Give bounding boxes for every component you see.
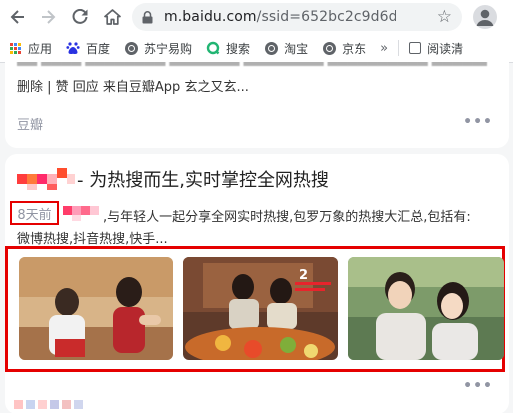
more-options-icon[interactable]: •••	[463, 114, 493, 130]
thumbnail-image	[19, 257, 173, 360]
bookmarks-bar: 应用 百度 苏宁易购 搜索 淘宝 京东 » 阅读清	[0, 34, 513, 63]
more-options-icon[interactable]: •••	[463, 378, 493, 394]
lock-icon	[142, 10, 164, 24]
reading-list-label: 阅读清	[427, 41, 464, 56]
home-icon	[103, 9, 121, 25]
url-path: /ssid=652bc2c9d6deb...	[256, 9, 396, 25]
url-text[interactable]: m.baidu.com/ssid=652bc2c9d6deb...	[164, 9, 396, 25]
result-thumbnail[interactable]	[19, 257, 173, 360]
result-source[interactable]: 豆瓣	[17, 114, 43, 133]
home-button[interactable]	[98, 3, 126, 31]
result-thumbnail[interactable]	[348, 257, 504, 360]
globe-icon	[322, 41, 336, 55]
bookmarks-divider	[398, 40, 400, 56]
reading-list-icon	[409, 42, 422, 54]
globe-icon	[124, 41, 138, 55]
bookmark-label: 百度	[86, 41, 111, 56]
search-ring-icon	[206, 41, 220, 55]
bookmark-label: 京东	[342, 41, 367, 56]
globe-icon	[264, 41, 278, 55]
svg-text:2: 2	[299, 268, 308, 283]
bookmark-suning[interactable]: 苏宁易购	[124, 40, 192, 57]
baidu-paw-icon	[66, 41, 80, 55]
bookmark-label: 苏宁易购	[144, 41, 193, 56]
result-snippet: 删除 | 赞 回应 来自豆瓣App 玄之又玄...	[17, 80, 249, 95]
result-date: 8天前	[10, 201, 59, 225]
result-card-previous[interactable]: ▇▇ ▇▇▇▇ ▇▇▇▇▇▇▇▇ ▇▇▇▇▇▇▇ ▇▇▇▇▇▇▇▇ ▇▇▇▇▇▇…	[5, 62, 509, 148]
back-arrow-icon	[10, 10, 24, 24]
bookmark-baidu[interactable]: 百度	[66, 40, 110, 57]
bookmark-label: 应用	[28, 41, 53, 56]
forward-button[interactable]	[34, 3, 62, 31]
result-thumbnail[interactable]: 2	[183, 257, 338, 360]
address-bar[interactable]: m.baidu.com/ssid=652bc2c9d6deb... ☆	[132, 3, 462, 31]
apps-grid-icon	[8, 41, 22, 55]
result-description-line1: ,与年轻人一起分享全网实时热搜,包罗万象的热搜大汇总,包括有:	[103, 210, 471, 225]
bookmark-jd[interactable]: 京东	[322, 40, 366, 57]
cut-off-text-line: ▇▇ ▇▇▇▇ ▇▇▇▇▇▇▇▇ ▇▇▇▇▇▇▇ ▇▇▇▇▇▇▇▇ ▇▇▇▇▇▇…	[17, 62, 487, 66]
thumbnail-image: 2	[183, 257, 338, 360]
result-card[interactable]: - 为热搜而生,实时掌控全网热搜 8天前 ,与年轻人一起分享全网实时热搜,包罗万…	[5, 154, 509, 413]
bookmark-search[interactable]: 搜索	[206, 40, 250, 57]
back-button[interactable]	[4, 3, 32, 31]
bookmark-taobao[interactable]: 淘宝	[264, 40, 308, 57]
bookmarks-overflow-button[interactable]: »	[380, 41, 388, 56]
url-host: m.baidu.com	[164, 9, 257, 25]
bookmark-star-icon[interactable]: ☆	[437, 7, 452, 27]
person-icon	[476, 9, 494, 26]
result-description-line2: 微博热搜,抖音热搜,快手...	[17, 232, 168, 247]
page-viewport: ▇▇ ▇▇▇▇ ▇▇▇▇▇▇▇▇ ▇▇▇▇▇▇▇ ▇▇▇▇▇▇▇▇ ▇▇▇▇▇▇…	[0, 62, 513, 413]
result-title[interactable]: - 为热搜而生,实时掌控全网热搜	[77, 166, 329, 192]
thumbnail-highlight-box: 2	[5, 246, 505, 372]
bookmark-label: 淘宝	[284, 41, 309, 56]
reload-icon	[72, 9, 88, 24]
bookmark-apps[interactable]: 应用	[8, 40, 52, 57]
browser-toolbar: m.baidu.com/ssid=652bc2c9d6deb... ☆	[0, 0, 513, 34]
profile-avatar[interactable]	[473, 5, 497, 29]
thumbnail-image	[348, 257, 504, 360]
forward-arrow-icon	[42, 10, 56, 24]
reload-button[interactable]	[66, 3, 94, 31]
reading-list-button[interactable]: 阅读清	[409, 40, 463, 57]
bookmark-label: 搜索	[226, 41, 251, 56]
